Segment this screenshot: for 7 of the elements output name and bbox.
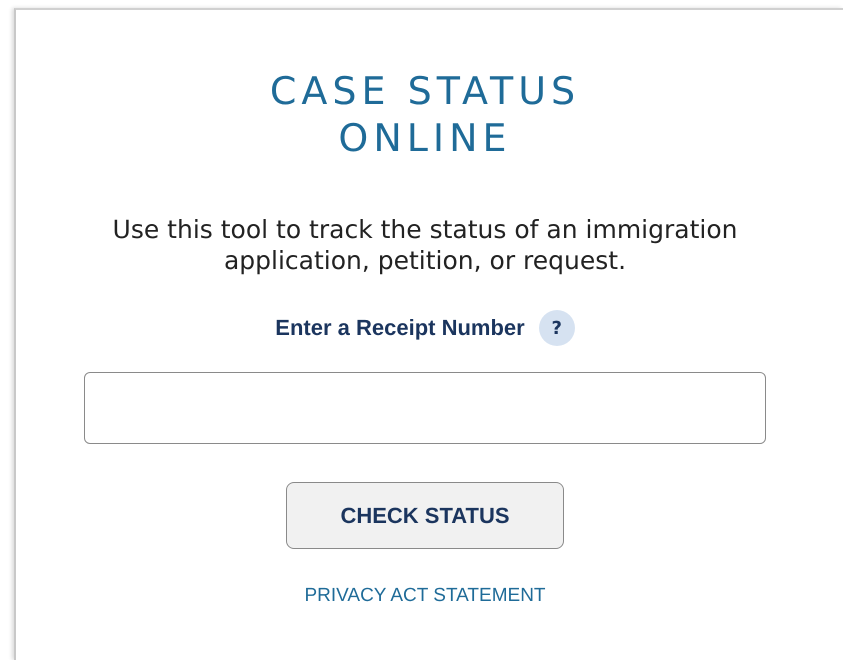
field-label: Enter a Receipt Number [275, 315, 525, 341]
privacy-act-link[interactable]: PRIVACY ACT STATEMENT [304, 585, 546, 607]
help-icon[interactable]: ? [538, 310, 575, 346]
page-title: CASE STATUS ONLINE [270, 68, 580, 162]
description-text: Use this tool to track the status of an immigration application, petition, or request. [112, 214, 738, 276]
check-status-button[interactable]: CHECK STATUS [286, 482, 564, 549]
receipt-number-field[interactable] [84, 372, 766, 444]
